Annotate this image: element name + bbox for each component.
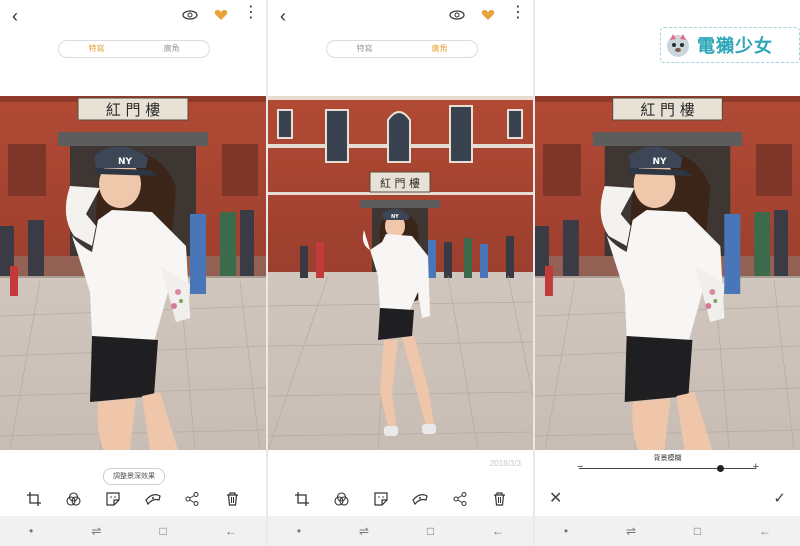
system-nav-bar: • ⇌ □ ← <box>535 516 800 546</box>
home-button[interactable]: □ <box>694 524 701 538</box>
otter-mascot-icon <box>667 34 689 57</box>
favorite-heart-icon[interactable] <box>481 9 495 21</box>
sticker-icon[interactable] <box>105 491 121 507</box>
brush-icon[interactable] <box>412 491 428 507</box>
system-nav-bar: • ⇌ □ ← <box>268 516 533 546</box>
filter-icon[interactable] <box>333 491 349 507</box>
view-icon[interactable] <box>182 9 198 21</box>
blur-label: 背景模糊 <box>653 455 682 462</box>
recent-apps-button[interactable]: ⇌ <box>91 524 101 538</box>
brush-icon[interactable] <box>145 491 161 507</box>
nav-back-button[interactable]: ← <box>759 524 771 538</box>
delete-icon[interactable] <box>224 491 240 507</box>
nav-dot: • <box>563 524 569 538</box>
background-blur-editor: 背景模糊 − + ✕ ✓ • ⇌ □ ← <box>535 0 800 546</box>
top-bar: ‹ ⋮ <box>268 0 533 32</box>
nav-dot: • <box>296 524 302 538</box>
cancel-icon[interactable]: ✕ <box>549 490 562 508</box>
edit-toolbar <box>268 486 533 512</box>
tab-portrait[interactable]: 特寫 <box>327 41 402 57</box>
top-bar: ‹ ⋮ <box>0 0 266 32</box>
date-stamp: 2018/3/3 <box>489 459 521 468</box>
more-options-icon[interactable]: ⋮ <box>510 4 526 22</box>
photo-viewer-panel-wide: ‹ ⋮ 特寫 廣角 2018/3/3 • ⇌ □ ← <box>268 0 533 546</box>
recent-apps-button[interactable]: ⇌ <box>626 524 636 538</box>
tab-portrait[interactable]: 特寫 <box>59 41 134 57</box>
more-options-icon[interactable]: ⋮ <box>243 4 259 22</box>
favorite-heart-icon[interactable] <box>214 9 228 21</box>
tab-wide[interactable]: 廣角 <box>134 41 209 57</box>
nav-back-button[interactable]: ← <box>492 524 504 538</box>
photo-blur-preview <box>535 96 800 450</box>
nav-dot: • <box>29 524 34 538</box>
photo-viewer-panel-portrait: ‹ ⋮ 特寫 廣角 調整景深效果 • ⇌ □ ← <box>0 0 266 546</box>
adjust-depth-button[interactable]: 調整景深效果 <box>103 468 165 485</box>
view-icon[interactable] <box>449 9 465 21</box>
nav-back-button[interactable]: ← <box>225 524 237 538</box>
watermark-text: 電獺少女 <box>697 36 773 57</box>
confirm-check-icon[interactable]: ✓ <box>773 490 786 508</box>
crop-icon[interactable] <box>294 491 310 507</box>
sticker-icon[interactable] <box>373 491 389 507</box>
brand-watermark: 電獺少女 <box>660 27 800 63</box>
share-icon[interactable] <box>184 491 200 507</box>
filter-icon[interactable] <box>65 491 81 507</box>
depth-mode-toggle: 特寫 廣角 <box>326 40 478 58</box>
share-icon[interactable] <box>452 491 468 507</box>
home-button[interactable]: □ <box>160 524 167 538</box>
home-button[interactable]: □ <box>427 524 434 538</box>
photo-close-up <box>0 96 266 450</box>
system-nav-bar: • ⇌ □ ← <box>0 516 266 546</box>
decrease-blur-button[interactable]: − <box>577 461 583 473</box>
blur-slider-handle[interactable] <box>717 465 725 472</box>
back-icon[interactable]: ‹ <box>12 6 18 26</box>
blur-slider[interactable] <box>579 465 756 472</box>
recent-apps-button[interactable]: ⇌ <box>359 524 369 538</box>
delete-icon[interactable] <box>491 491 507 507</box>
depth-mode-toggle: 特寫 廣角 <box>58 40 210 58</box>
crop-icon[interactable] <box>26 491 42 507</box>
edit-toolbar <box>0 486 266 512</box>
photo-wide-angle <box>268 96 533 450</box>
back-icon[interactable]: ‹ <box>280 6 286 26</box>
increase-blur-button[interactable]: + <box>753 461 759 473</box>
tab-wide[interactable]: 廣角 <box>402 41 477 57</box>
